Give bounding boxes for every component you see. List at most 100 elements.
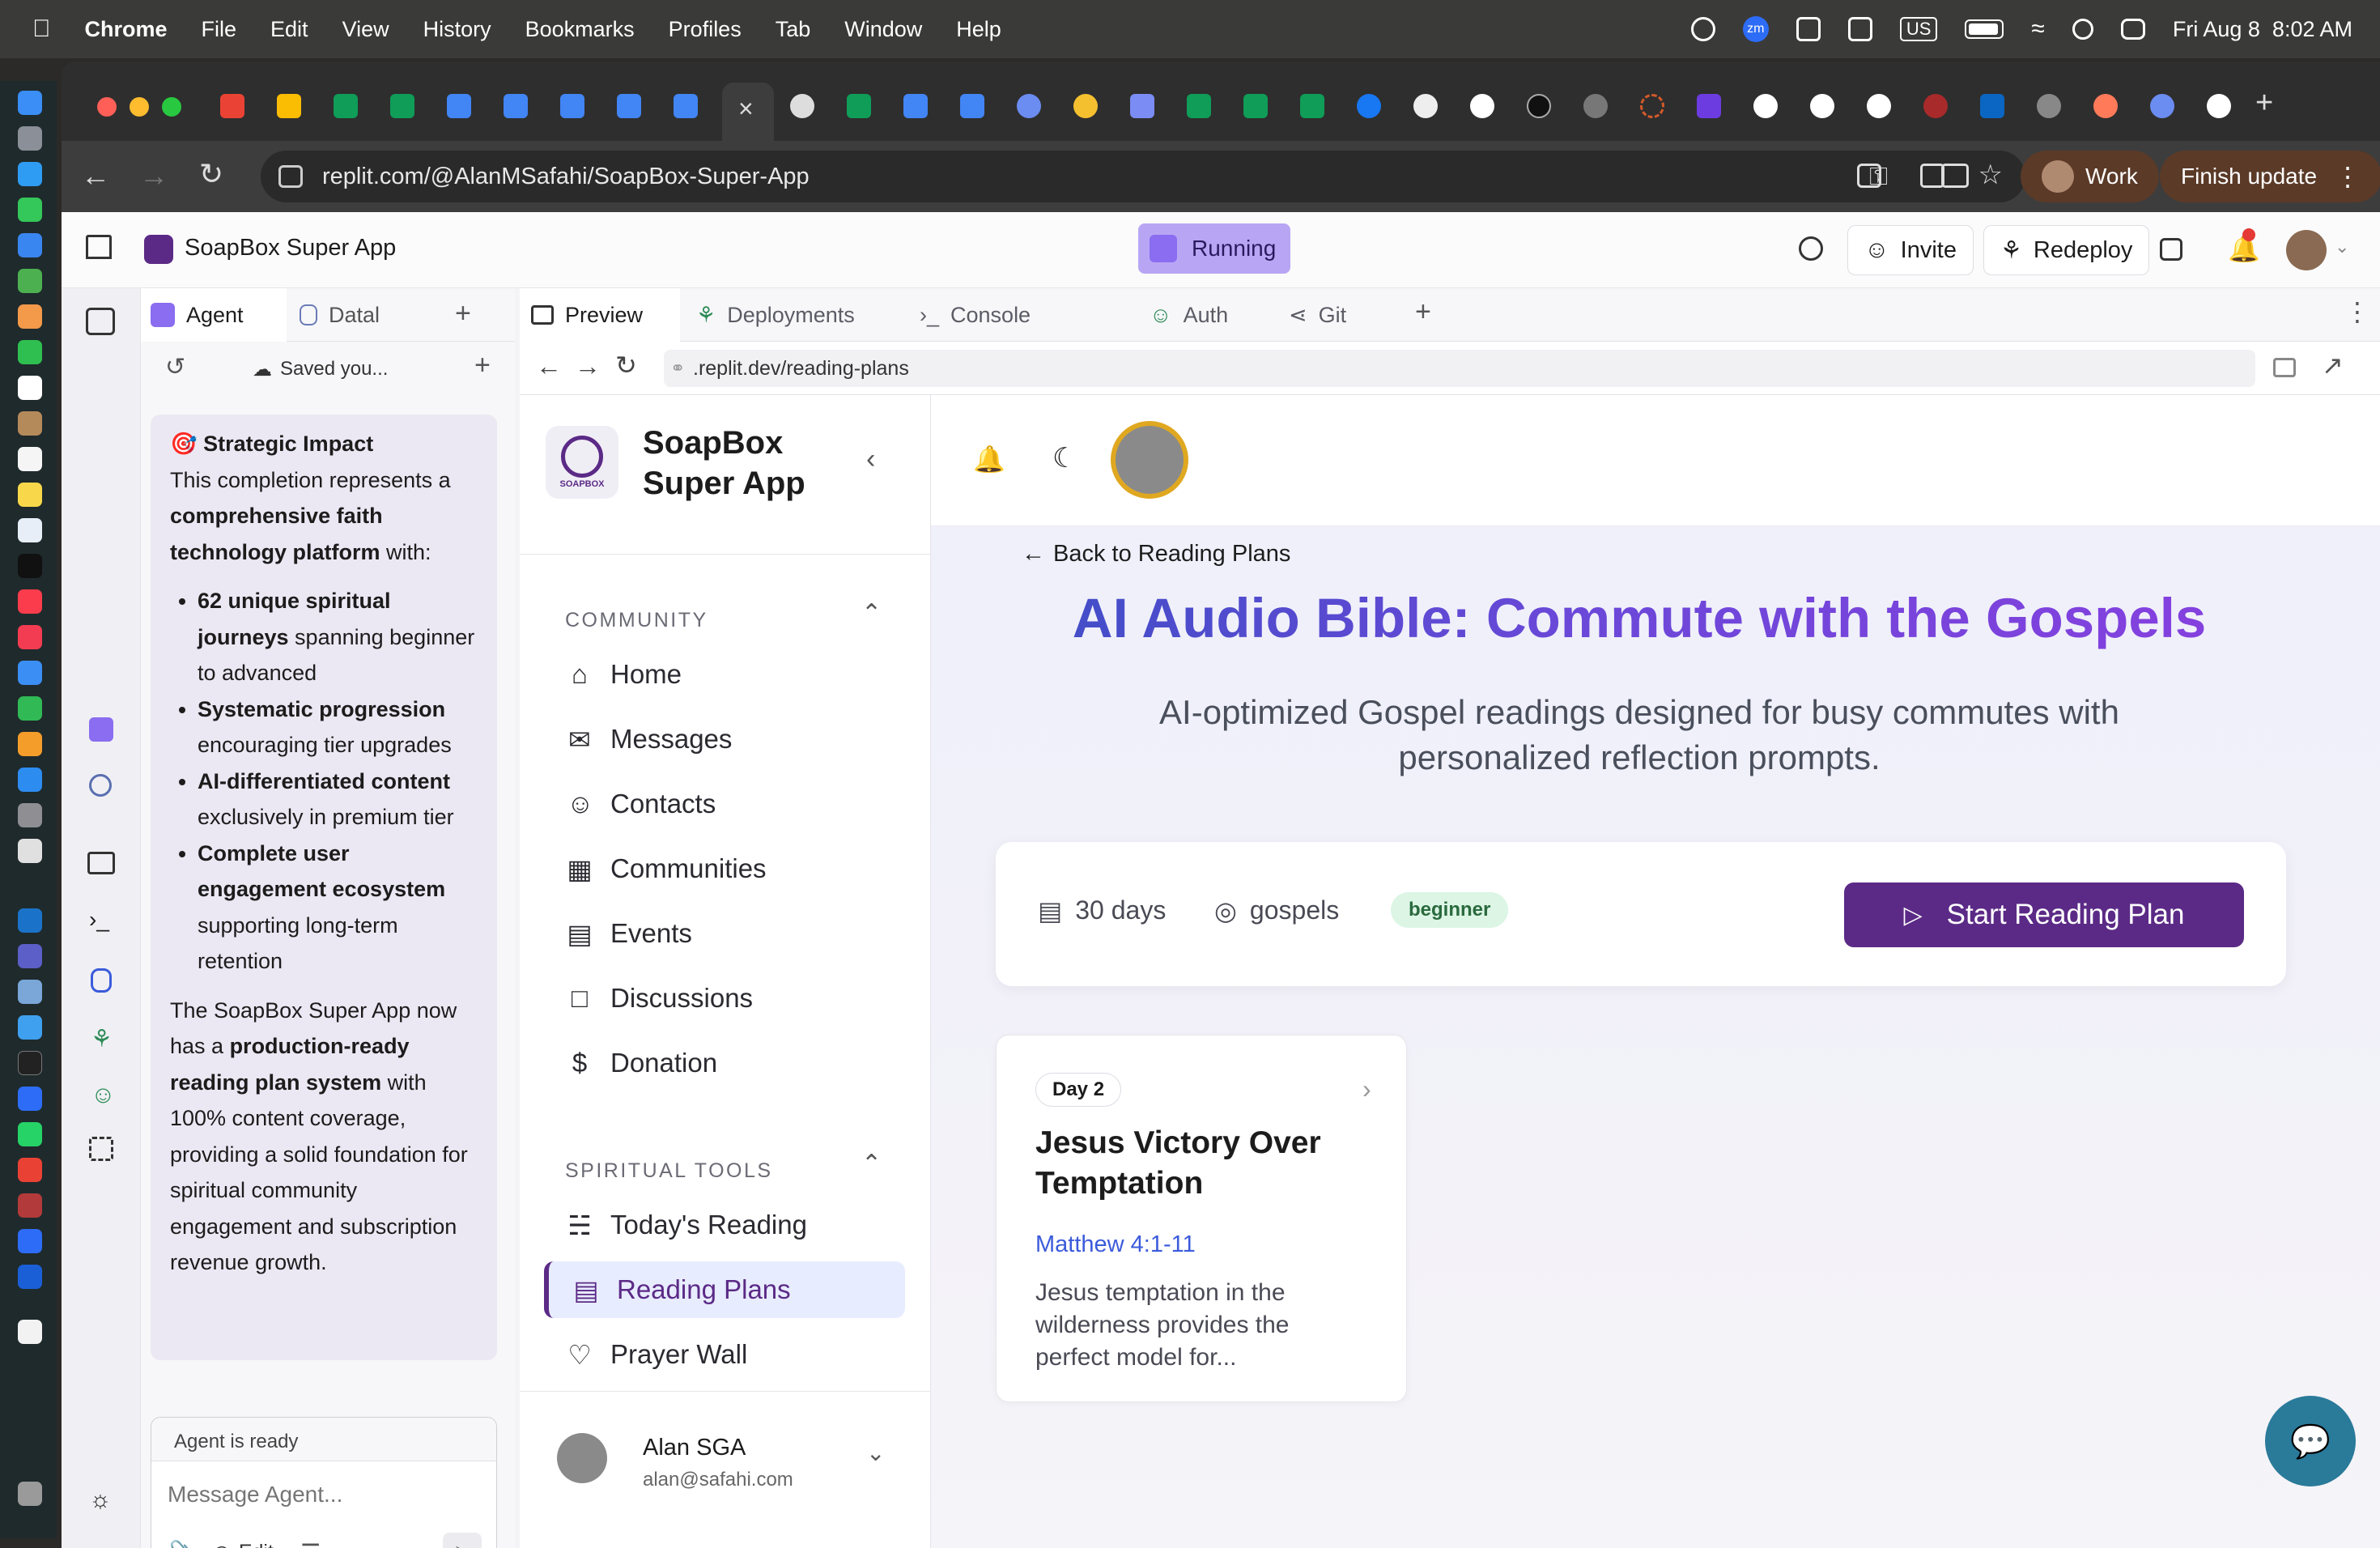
tab-drive-icon[interactable] — [277, 94, 301, 118]
device-toggle-icon[interactable] — [2273, 358, 2296, 377]
tab-git[interactable]: ⋖ Git — [1289, 288, 1346, 342]
redeploy-button[interactable]: ⚘ Redeploy — [1983, 225, 2150, 275]
send-button[interactable]: ➤ — [443, 1533, 482, 1548]
zoom-icon[interactable]: zm — [1742, 16, 1769, 42]
tab-preview[interactable]: Preview — [520, 288, 680, 342]
search-icon[interactable] — [1799, 236, 1823, 261]
dock-finder-2-icon[interactable] — [18, 1015, 42, 1040]
agent-tool-icon[interactable] — [89, 717, 113, 742]
finish-update-button[interactable]: Finish update ⋮ — [2160, 151, 2380, 202]
invite-button[interactable]: ☺ Invite — [1847, 225, 1974, 275]
dock-numbers-icon[interactable] — [18, 696, 42, 721]
git-tool-icon[interactable] — [89, 774, 112, 797]
tab-hubspot-icon[interactable] — [2093, 94, 2118, 118]
tab-docs-icon[interactable] — [617, 94, 641, 118]
chat-support-button[interactable]: 💬 — [2265, 1396, 2356, 1486]
back-icon[interactable]: ← — [81, 159, 110, 193]
dock-maps-icon[interactable] — [18, 269, 42, 293]
menu-help[interactable]: Help — [956, 17, 1001, 42]
console-tool-icon[interactable]: ›_ — [89, 907, 109, 933]
spotlight-search-icon[interactable] — [2072, 19, 2093, 40]
back-to-reading-plans-link[interactable]: ← Back to Reading Plans — [1022, 541, 1290, 568]
dock-whatsapp-icon[interactable] — [18, 1122, 42, 1146]
dock-mail-icon[interactable] — [18, 233, 42, 257]
tab-sheets-icon[interactable] — [847, 94, 871, 118]
new-tab-icon[interactable]: + — [2255, 86, 2273, 121]
dark-mode-moon-icon[interactable]: ☾ — [1052, 442, 1077, 474]
sidebar-item-reading-plans[interactable]: ▤ Reading Plans — [544, 1261, 905, 1318]
dock-zoom-2-icon[interactable] — [18, 1229, 42, 1253]
edit-mode-button[interactable]: ◎ Edit — [213, 1541, 274, 1548]
sidebar-item-messages[interactable]: ✉ Messages — [544, 711, 905, 768]
tab-deployments[interactable]: ⚘ Deployments — [696, 288, 855, 342]
tools-chevron-icon[interactable]: ⌃ — [861, 1150, 882, 1178]
tab-chatgpt-icon[interactable] — [790, 94, 814, 118]
dock-zoom-icon[interactable] — [18, 1087, 42, 1111]
agent-view-icon[interactable] — [86, 308, 115, 335]
app-bell-icon[interactable]: 🔔 — [973, 444, 1005, 474]
sidebar-item-todays-reading[interactable]: ☵ Today's Reading — [544, 1197, 905, 1253]
tab-docs-icon[interactable] — [960, 94, 984, 118]
collapse-sidebar-icon[interactable]: ‹ — [866, 444, 875, 475]
dock-music-icon[interactable] — [18, 589, 42, 614]
sidebar-item-events[interactable]: ▤ Events — [544, 905, 905, 962]
dock-photos-icon[interactable] — [18, 304, 42, 329]
menu-bookmarks[interactable]: Bookmarks — [525, 17, 635, 42]
input-source-indicator[interactable]: US — [1899, 17, 1938, 41]
tab-google-icon[interactable] — [1810, 94, 1834, 118]
tab-loading-icon[interactable] — [1640, 94, 1664, 118]
address-bar[interactable]: replit.com/@AlanMSafahi/SoapBox-Super-Ap… — [261, 151, 2025, 202]
tab-web-icon[interactable] — [1583, 94, 1608, 118]
tab-sheets-icon[interactable] — [334, 94, 358, 118]
menubar-clock[interactable]: Fri Aug 8 8:02 AM — [2173, 17, 2352, 42]
user-profile[interactable]: Alan SGA alan@safahi.com ⌄ — [520, 1393, 931, 1546]
tab-github-icon[interactable] — [1413, 94, 1438, 118]
wifi-icon[interactable]: ≈ — [2031, 15, 2044, 43]
tab-web-icon[interactable] — [2037, 94, 2061, 118]
dock-appstore-icon[interactable] — [18, 768, 42, 792]
tab-purple-icon[interactable] — [1697, 94, 1721, 118]
dock-safari-icon[interactable] — [18, 162, 42, 186]
tab-shield-icon[interactable] — [1923, 94, 1948, 118]
chevron-down-icon[interactable]: ⌄ — [2335, 236, 2349, 257]
sidebar-item-prayer-wall[interactable]: ♡ Prayer Wall — [544, 1326, 905, 1383]
dock-contacts-icon[interactable] — [18, 411, 42, 436]
tab-docs-icon[interactable] — [560, 94, 584, 118]
close-window-button[interactable] — [97, 97, 117, 117]
tab-sheets-icon[interactable] — [1243, 94, 1268, 118]
sidebar-item-contacts[interactable]: ☺ Contacts — [544, 776, 905, 832]
preview-forward-icon[interactable]: → — [575, 351, 601, 381]
sidebar-item-communities[interactable]: ▦ Communities — [544, 840, 905, 897]
tab-sheets-icon[interactable] — [1187, 94, 1211, 118]
dock-settings-icon[interactable] — [18, 803, 42, 827]
dock-facetime-icon[interactable] — [18, 340, 42, 364]
tab-docs-icon[interactable] — [674, 94, 698, 118]
menu-app-name[interactable]: Chrome — [85, 17, 168, 42]
tab-web-icon[interactable] — [1017, 94, 1041, 118]
tab-sheets-icon[interactable] — [390, 94, 414, 118]
dock-document-icon[interactable] — [18, 1320, 42, 1344]
tab-web-icon[interactable] — [2150, 94, 2174, 118]
dock-tv-icon[interactable] — [18, 554, 42, 578]
close-tab-icon[interactable]: × — [738, 94, 754, 124]
tab-agent[interactable]: Agent — [141, 288, 287, 342]
dock-trash-icon[interactable] — [18, 1482, 42, 1506]
dock-keynote-icon[interactable] — [18, 661, 42, 685]
history-icon[interactable]: ↺ — [165, 353, 185, 381]
office-icon[interactable] — [1796, 17, 1821, 41]
dock-teams-icon[interactable] — [18, 944, 42, 968]
open-new-tab-icon[interactable]: ↗ — [2322, 350, 2344, 381]
dock-chrome-icon[interactable] — [18, 1158, 42, 1182]
sidebar-item-discussions[interactable]: □ Discussions — [544, 970, 905, 1027]
attach-icon[interactable]: 📎 — [169, 1539, 198, 1548]
tab-google-icon[interactable] — [1753, 94, 1778, 118]
tab-x-icon[interactable] — [1527, 94, 1551, 118]
preview-back-icon[interactable]: ← — [536, 351, 562, 381]
scripture-reference[interactable]: Matthew 4:1-11 — [1035, 1231, 1196, 1258]
dock-pages-icon[interactable] — [18, 732, 42, 756]
deploy-tool-icon[interactable]: ⚘ — [91, 1025, 113, 1053]
message-agent-input[interactable] — [168, 1474, 475, 1515]
tab-gemini-icon[interactable] — [1130, 94, 1154, 118]
maximize-window-button[interactable] — [162, 97, 181, 117]
address-bar-url[interactable]: replit.com/@AlanMSafahi/SoapBox-Super-Ap… — [322, 164, 810, 190]
